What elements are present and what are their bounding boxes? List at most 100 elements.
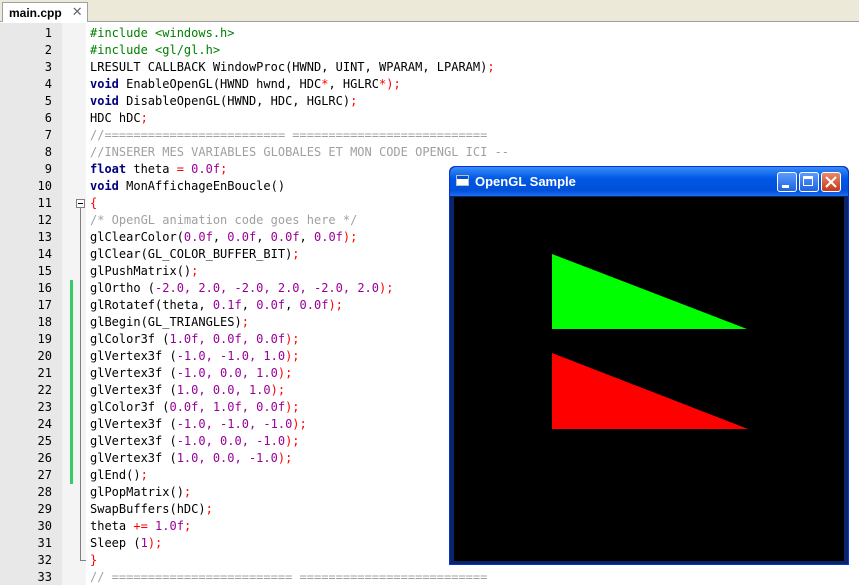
code-line[interactable]: 3 LRESULT CALLBACK WindowProc(HWND, UINT,… bbox=[0, 59, 859, 76]
close-x-icon bbox=[825, 176, 837, 188]
change-marker bbox=[70, 280, 73, 297]
close-icon[interactable]: ✕ bbox=[72, 5, 83, 20]
line-number: 2 bbox=[44, 43, 52, 57]
code-text: LRESULT CALLBACK WindowProc(HWND, UINT, … bbox=[90, 60, 495, 74]
line-number: 15 bbox=[37, 264, 52, 278]
code-text: glPopMatrix(); bbox=[90, 485, 192, 499]
line-number: 4 bbox=[44, 77, 52, 91]
line-number: 14 bbox=[37, 247, 52, 261]
opengl-viewport bbox=[454, 197, 844, 561]
line-number: 31 bbox=[37, 536, 52, 550]
line-number: 13 bbox=[37, 230, 52, 244]
minimize-button[interactable] bbox=[777, 172, 797, 192]
change-marker bbox=[70, 314, 73, 331]
code-text: SwapBuffers(hDC); bbox=[90, 502, 213, 516]
line-number: 9 bbox=[44, 162, 52, 176]
line-number: 1 bbox=[44, 26, 52, 40]
change-marker bbox=[70, 297, 73, 314]
code-text: theta += 1.0f; bbox=[90, 519, 192, 533]
code-text: glColor3f (0.0f, 1.0f, 0.0f); bbox=[90, 400, 300, 414]
code-line[interactable]: 2 #include <gl/gl.h> bbox=[0, 42, 859, 59]
line-number: 28 bbox=[37, 485, 52, 499]
maximize-button[interactable] bbox=[799, 172, 819, 192]
line-number: 23 bbox=[37, 400, 52, 414]
code-text: { bbox=[90, 196, 98, 210]
fold-end bbox=[80, 560, 86, 561]
fold-toggle-icon[interactable] bbox=[76, 199, 85, 208]
line-number: 17 bbox=[37, 298, 52, 312]
tab-main-cpp[interactable]: main.cpp ✕ bbox=[2, 2, 88, 22]
line-number: 8 bbox=[44, 145, 52, 159]
code-line[interactable]: 5 void DisableOpenGL(HWND, HDC, HGLRC); bbox=[0, 93, 859, 110]
code-text: void EnableOpenGL(HWND hwnd, HDC*, HGLRC… bbox=[90, 77, 401, 91]
green-triangle bbox=[552, 254, 747, 329]
line-number: 27 bbox=[37, 468, 52, 482]
code-line[interactable]: 4 void EnableOpenGL(HWND hwnd, HDC*, HGLR… bbox=[0, 76, 859, 93]
code-line[interactable]: 1 #include <windows.h> bbox=[0, 25, 859, 42]
code-text: glVertex3f (-1.0, -1.0, 1.0); bbox=[90, 349, 300, 363]
line-number: 25 bbox=[37, 434, 52, 448]
code-line[interactable]: 6 HDC hDC; bbox=[0, 110, 859, 127]
change-marker bbox=[70, 348, 73, 365]
line-number: 22 bbox=[37, 383, 52, 397]
change-marker bbox=[70, 433, 73, 450]
fold-line bbox=[80, 208, 81, 561]
change-marker bbox=[70, 399, 73, 416]
line-number: 18 bbox=[37, 315, 52, 329]
code-text: glVertex3f (-1.0, 0.0, -1.0); bbox=[90, 434, 300, 448]
code-text: glRotatef(theta, 0.1f, 0.0f, 0.0f); bbox=[90, 298, 343, 312]
code-text: //========================= ============… bbox=[90, 128, 488, 142]
code-text: // ========================= ===========… bbox=[90, 570, 488, 584]
line-number: 30 bbox=[37, 519, 52, 533]
line-number: 33 bbox=[37, 570, 52, 584]
line-number: 29 bbox=[37, 502, 52, 516]
code-text: glVertex3f (-1.0, -1.0, -1.0); bbox=[90, 417, 307, 431]
change-marker bbox=[70, 382, 73, 399]
code-text: glVertex3f (1.0, 0.0, 1.0); bbox=[90, 383, 286, 397]
code-line[interactable]: 33 // ========================= =========… bbox=[0, 569, 859, 586]
tab-label: main.cpp bbox=[9, 5, 62, 20]
tab-bar: main.cpp ✕ bbox=[0, 0, 859, 22]
code-text: glColor3f (1.0f, 0.0f, 0.0f); bbox=[90, 332, 300, 346]
code-text: #include <gl/gl.h> bbox=[90, 43, 221, 57]
window-app-icon bbox=[456, 175, 469, 186]
line-number: 32 bbox=[37, 553, 52, 567]
line-number: 6 bbox=[44, 111, 52, 125]
code-text: glClear(GL_COLOR_BUFFER_BIT); bbox=[90, 247, 300, 261]
code-text: //INSERER MES VARIABLES GLOBALES ET MON … bbox=[90, 145, 510, 159]
code-text: float theta = 0.0f; bbox=[90, 162, 228, 176]
code-text: void MonAffichageEnBoucle() bbox=[90, 179, 286, 193]
line-number: 7 bbox=[44, 128, 52, 142]
code-text: glVertex3f (-1.0, 0.0, 1.0); bbox=[90, 366, 293, 380]
close-button[interactable] bbox=[821, 172, 841, 192]
change-marker bbox=[70, 416, 73, 433]
code-text: /* OpenGL animation code goes here */ bbox=[90, 213, 358, 227]
code-text: glOrtho (-2.0, 2.0, -2.0, 2.0, -2.0, 2.0… bbox=[90, 281, 394, 295]
red-triangle bbox=[552, 353, 748, 429]
opengl-render bbox=[552, 254, 748, 429]
code-text: glBegin(GL_TRIANGLES); bbox=[90, 315, 249, 329]
change-marker bbox=[70, 365, 73, 382]
code-line[interactable]: 7 //========================= ===========… bbox=[0, 127, 859, 144]
code-text: } bbox=[90, 553, 98, 567]
change-marker bbox=[70, 331, 73, 348]
line-number: 20 bbox=[37, 349, 52, 363]
line-number: 5 bbox=[44, 94, 52, 108]
change-marker bbox=[70, 450, 73, 467]
code-text: Sleep (1); bbox=[90, 536, 163, 550]
code-text: glClearColor(0.0f, 0.0f, 0.0f, 0.0f); bbox=[90, 230, 358, 244]
line-number: 12 bbox=[37, 213, 52, 227]
window-titlebar[interactable]: OpenGL Sample bbox=[450, 167, 848, 196]
code-text: #include <windows.h> bbox=[90, 26, 235, 40]
change-marker bbox=[70, 467, 73, 484]
code-line[interactable]: 8 //INSERER MES VARIABLES GLOBALES ET MON… bbox=[0, 144, 859, 161]
code-text: glEnd(); bbox=[90, 468, 148, 482]
opengl-window[interactable]: OpenGL Sample bbox=[449, 166, 849, 565]
line-number: 10 bbox=[37, 179, 52, 193]
code-text: glPushMatrix(); bbox=[90, 264, 199, 278]
line-number: 3 bbox=[44, 60, 52, 74]
code-text: void DisableOpenGL(HWND, HDC, HGLRC); bbox=[90, 94, 358, 108]
line-number: 11 bbox=[37, 196, 52, 210]
line-number: 26 bbox=[37, 451, 52, 465]
code-text: HDC hDC; bbox=[90, 111, 148, 125]
